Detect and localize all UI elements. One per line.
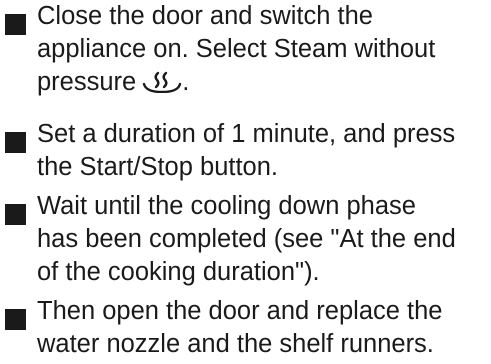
step-text: Wait until the cooling down phase has be… [37, 190, 491, 289]
step-line: has been completed (see "At the end [37, 225, 456, 253]
square-bullet-icon [5, 309, 26, 330]
step-line: water nozzle and the shelf runners. [37, 330, 434, 358]
square-bullet-icon [5, 132, 26, 153]
step-line: of the cooking duration"). [37, 258, 320, 286]
step-line: Set a duration of 1 minute, and press [37, 120, 456, 148]
step-line: Then open the door and replace the [37, 297, 443, 325]
step-line: pressure . [37, 66, 491, 99]
step-text: Close the door and switch the appliance … [37, 0, 491, 99]
step-text: Set a duration of 1 minute, and press th… [37, 118, 491, 184]
step-line: Wait until the cooling down phase [37, 192, 416, 220]
step-line-punctuation: . [182, 68, 190, 96]
step-text: Then open the door and replace the water… [37, 295, 491, 361]
steam-without-pressure-icon [143, 71, 182, 93]
square-bullet-icon [5, 14, 26, 35]
step-line: Close the door and switch the [37, 2, 373, 30]
step-line: appliance on. Select Steam without [37, 35, 436, 63]
square-bullet-icon [5, 204, 26, 225]
step-line: the Start/Stop button. [37, 153, 278, 181]
step-line-text: pressure [37, 68, 137, 96]
